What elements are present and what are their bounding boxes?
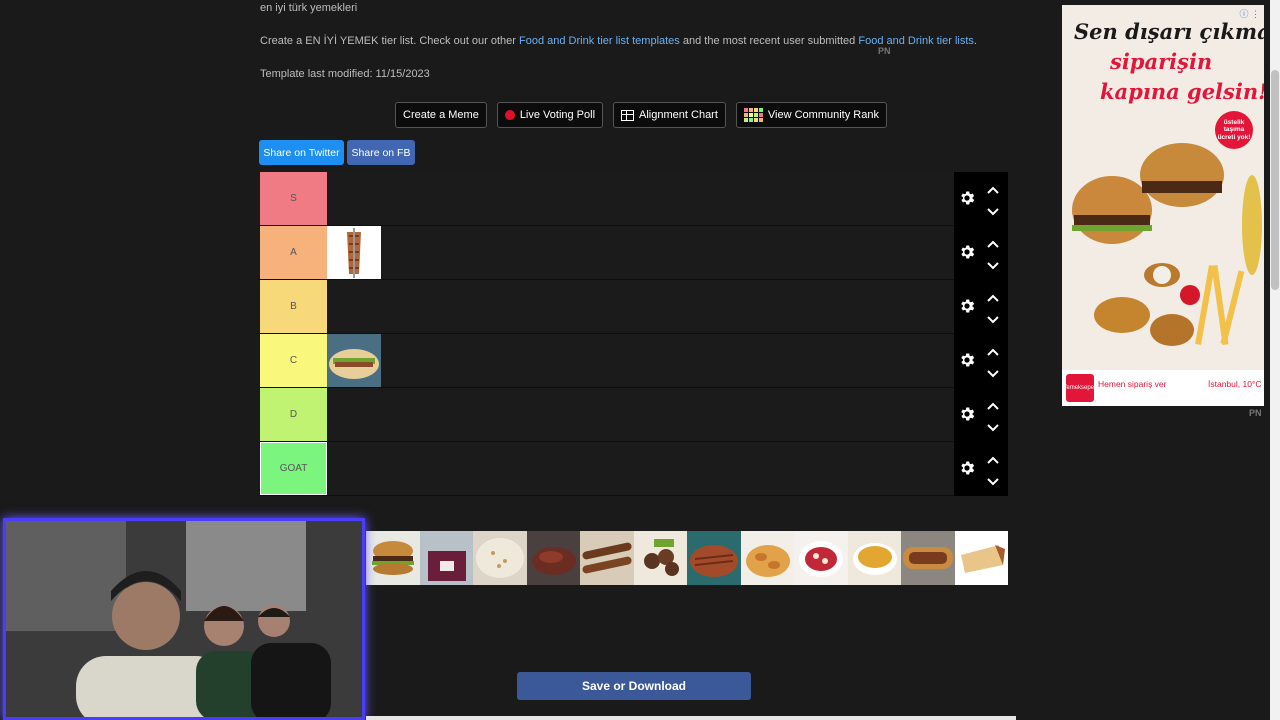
chevron-down-icon[interactable] — [987, 205, 999, 216]
webcam-overlay — [3, 518, 365, 720]
tier-row: D — [259, 388, 1008, 442]
pide-item[interactable] — [901, 531, 955, 585]
rice-item[interactable] — [473, 531, 527, 585]
tier-label[interactable]: B — [260, 280, 327, 333]
item-pool — [366, 531, 1008, 585]
gear-icon[interactable] — [958, 405, 976, 423]
alignment-chart-button[interactable]: Alignment Chart — [613, 102, 726, 128]
tier-items-dropzone[interactable] — [327, 334, 1008, 387]
community-rank-button[interactable]: View Community Rank — [735, 102, 887, 128]
tier-row: C — [259, 334, 1008, 388]
food-templates-link[interactable]: Food and Drink tier list templates — [519, 35, 680, 47]
tier-controls — [954, 442, 1008, 496]
gear-icon[interactable] — [958, 243, 976, 261]
tier-label[interactable]: A — [260, 226, 327, 279]
kebab-skewer-item[interactable] — [580, 531, 634, 585]
steak-item[interactable] — [526, 531, 580, 585]
fried-seafood-item[interactable] — [740, 531, 794, 585]
ad-cta[interactable]: Hemen sipariş ver — [1098, 379, 1167, 389]
tier-row: GOAT — [259, 442, 1008, 496]
meatball-item[interactable] — [633, 531, 687, 585]
tier-list: S A B C D GOAT — [259, 172, 1008, 496]
live-voting-poll-button[interactable]: Live Voting Poll — [496, 102, 604, 128]
ad-food-image — [1062, 115, 1264, 375]
template-modified: Template last modified: 11/15/2023 — [260, 68, 430, 80]
chevron-down-icon[interactable] — [987, 367, 999, 378]
chevron-up-icon[interactable] — [987, 291, 999, 302]
ad-badge: üstelik taşıma ücreti yok! — [1215, 111, 1253, 149]
create-meme-label: Create a Meme — [403, 109, 479, 121]
gear-icon[interactable] — [958, 189, 976, 207]
share-facebook-button[interactable]: Share on FB — [347, 140, 415, 165]
tier-items-dropzone[interactable] — [327, 226, 1008, 279]
chevron-down-icon[interactable] — [987, 259, 999, 270]
create-meme-button[interactable]: Create a Meme — [395, 102, 487, 128]
ad-brand-logo: Yemeksepeti — [1063, 374, 1097, 402]
record-dot-icon — [504, 110, 515, 120]
tier-items-dropzone[interactable] — [327, 388, 1008, 441]
save-download-button[interactable]: Save or Download — [517, 672, 751, 700]
food-tierlists-link[interactable]: Food and Drink tier lists — [858, 35, 974, 47]
tier-items-dropzone[interactable] — [327, 442, 1008, 495]
tier-label[interactable]: GOAT — [260, 442, 327, 495]
chevron-up-icon[interactable] — [987, 345, 999, 356]
chevron-up-icon[interactable] — [987, 453, 999, 464]
ad-city-weather: İstanbul, 10°C — [1208, 379, 1262, 389]
desc-suffix: . — [973, 35, 977, 47]
pn-label: PN — [878, 46, 891, 56]
advertisement-banner[interactable]: Sen dışarı çıkma, siparişin kapına gelsi… — [1062, 5, 1264, 406]
chevron-down-icon[interactable] — [987, 475, 999, 486]
tier-row: A — [259, 226, 1008, 280]
desc-middle: and the most recent user submitted — [679, 35, 859, 47]
pn-ad-label: PN — [1249, 408, 1262, 418]
chevron-up-icon[interactable] — [987, 237, 999, 248]
doner-item[interactable] — [327, 226, 381, 279]
mosaic-icon — [743, 108, 763, 122]
tier-controls — [954, 334, 1008, 388]
alignment-chart-label: Alignment Chart — [639, 109, 718, 121]
chevron-down-icon[interactable] — [987, 421, 999, 432]
page-subtitle: en iyi türk yemekleri — [260, 2, 358, 14]
description: Create a EN İYİ YEMEK tier list. Check o… — [260, 35, 977, 47]
ad-footer: Yemeksepeti Hemen sipariş ver İstanbul, … — [1062, 370, 1264, 406]
chevron-down-icon[interactable] — [987, 313, 999, 324]
tier-row: S — [259, 172, 1008, 226]
wrap-item[interactable] — [954, 531, 1008, 585]
tier-controls — [954, 172, 1008, 226]
scrollbar-thumb[interactable] — [1271, 70, 1279, 290]
ad-info-icon[interactable]: ⓘ ⋮ — [1239, 7, 1260, 20]
tier-label[interactable]: C — [260, 334, 327, 387]
tier-controls — [954, 226, 1008, 280]
chevron-up-icon[interactable] — [987, 399, 999, 410]
tier-items-dropzone[interactable] — [327, 280, 1008, 333]
gear-icon[interactable] — [958, 297, 976, 315]
tier-items-dropzone[interactable] — [327, 172, 1008, 225]
community-rank-label: View Community Rank — [767, 109, 879, 121]
sandwich-item[interactable] — [327, 334, 381, 387]
tier-label[interactable]: S — [260, 172, 327, 225]
tier-row: B — [259, 280, 1008, 334]
ad-headline-3: kapına gelsin! — [1100, 79, 1264, 104]
ad-headline-1: Sen dışarı çıkma, — [1074, 19, 1264, 44]
bottom-divider — [366, 716, 1016, 720]
sliced-meat-item[interactable] — [687, 531, 741, 585]
chevron-up-icon[interactable] — [987, 183, 999, 194]
tier-label[interactable]: D — [260, 388, 327, 441]
live-voting-poll-label: Live Voting Poll — [519, 109, 596, 121]
gear-icon[interactable] — [958, 459, 976, 477]
lentil-soup-item[interactable] — [847, 531, 901, 585]
share-twitter-button[interactable]: Share on Twitter — [259, 140, 344, 165]
gear-icon[interactable] — [958, 351, 976, 369]
action-toolbar: Create a Meme Live Voting Poll Alignment… — [395, 102, 887, 128]
grid-icon — [621, 109, 635, 121]
ad-headline-2: siparişin — [1110, 49, 1213, 74]
burger-item[interactable] — [366, 531, 420, 585]
manti-item[interactable] — [794, 531, 848, 585]
desc-prefix: Create a EN İYİ YEMEK tier list. Check o… — [260, 35, 520, 47]
dessert-item[interactable] — [419, 531, 473, 585]
tier-controls — [954, 280, 1008, 334]
tier-controls — [954, 388, 1008, 442]
